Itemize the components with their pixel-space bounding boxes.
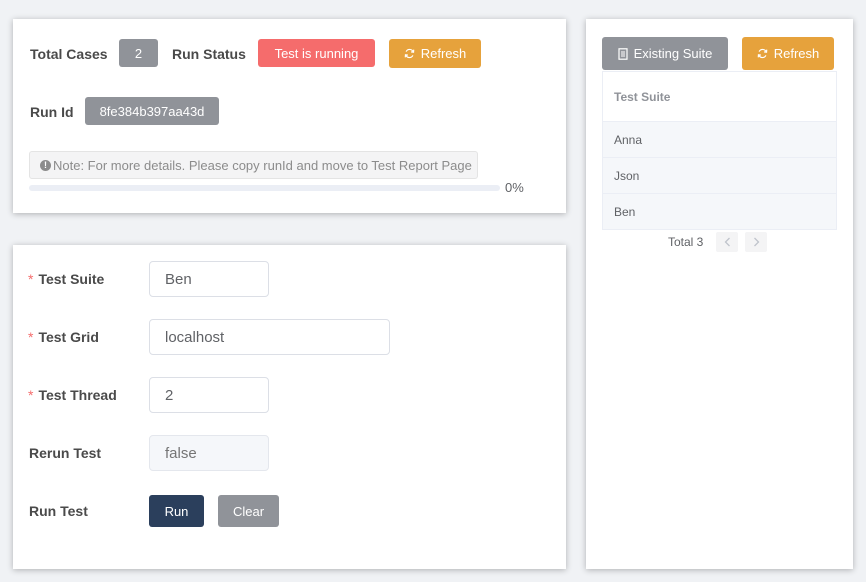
progress-percent-text: 0% [505, 180, 524, 195]
run-id-label: Run Id [30, 104, 74, 120]
refresh-status-button[interactable]: Refresh [389, 39, 481, 68]
run-config-form-card: *Test Suite *Test Grid *Test Thread Reru… [13, 245, 566, 569]
required-mark: * [28, 271, 34, 287]
refresh-icon [757, 48, 768, 59]
chevron-right-icon [753, 237, 760, 247]
test-thread-input[interactable] [149, 377, 269, 413]
table-row[interactable]: Anna [603, 122, 836, 158]
chevron-left-icon [724, 237, 730, 247]
run-id-note: ! Note: For more details. Please copy ru… [29, 151, 478, 179]
refresh-status-label: Refresh [420, 46, 467, 61]
existing-suites-card: Existing Suite Refresh Test Suite Anna J… [586, 19, 853, 569]
next-page-button[interactable] [745, 232, 768, 252]
run-status-badge: Test is running [258, 39, 375, 67]
test-grid-input[interactable] [149, 319, 390, 355]
document-icon [618, 47, 628, 60]
rerun-test-input [149, 435, 269, 471]
total-cases-count-badge: 2 [119, 39, 158, 67]
rerun-test-label: Rerun Test [29, 445, 102, 461]
test-suite-label: * Test Suite [28, 271, 105, 287]
table-row[interactable]: Ben [603, 194, 836, 229]
suite-table: Test Suite Anna Json Ben [602, 71, 837, 230]
test-suite-input[interactable] [149, 261, 269, 297]
refresh-suites-label: Refresh [773, 46, 820, 61]
clear-button[interactable]: Clear [218, 495, 279, 527]
run-status-label: Run Status [172, 46, 246, 62]
refresh-suites-button[interactable]: Refresh [742, 37, 834, 70]
existing-suite-label: Existing Suite [633, 46, 713, 61]
info-icon: ! [40, 159, 51, 171]
run-id-badge: 8fe384b397aa43d [85, 97, 219, 125]
pagination-total: Total 3 [668, 235, 704, 249]
note-text: Note: For more details. Please copy runI… [53, 157, 472, 173]
run-button[interactable]: Run [149, 495, 204, 527]
test-thread-label: * Test Thread [28, 387, 117, 403]
pagination: Total 3 [668, 232, 768, 252]
existing-suite-button[interactable]: Existing Suite [602, 37, 728, 70]
table-row[interactable]: Json [603, 158, 836, 194]
required-mark: * [28, 329, 34, 345]
suite-table-header: Test Suite [603, 72, 836, 122]
total-cases-label: Total Cases [30, 46, 108, 62]
required-mark: * [28, 387, 34, 403]
test-grid-label: * Test Grid [28, 329, 99, 345]
run-status-card: Total Cases 2 Run Status Test is running… [13, 19, 566, 213]
refresh-icon [404, 48, 415, 59]
run-test-label: Run Test [29, 503, 88, 519]
progress-bar [29, 185, 500, 191]
prev-page-button[interactable] [716, 232, 739, 252]
